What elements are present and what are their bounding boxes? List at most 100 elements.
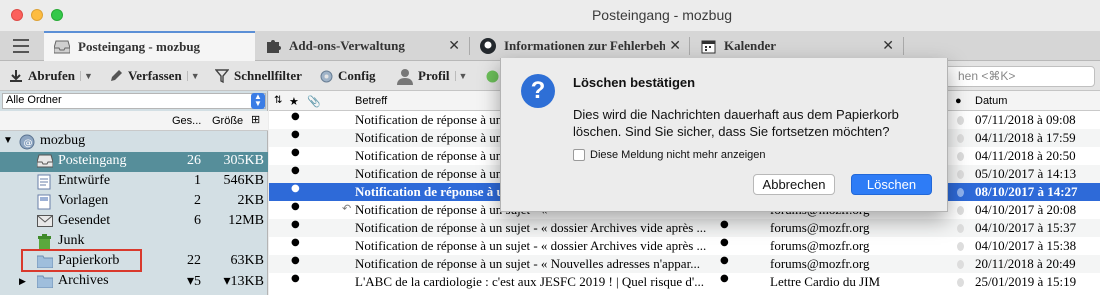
folder-item-drafts[interactable]: Entwürfe 1 546KB <box>0 172 268 192</box>
chevron-down-icon[interactable]: ▼ <box>454 71 467 81</box>
question-icon: ? <box>521 74 555 108</box>
pencil-icon <box>108 68 124 84</box>
checkbox-box[interactable] <box>573 149 585 161</box>
tab-bar: Posteingang - mozbug Add-ons-Verwaltung … <box>0 31 1100 61</box>
dialog-message: Dies wird die Nachrichten dauerhaft aus … <box>573 107 899 139</box>
folder-mode-value: Alle Ordner <box>6 94 62 106</box>
write-label: Verfassen <box>128 68 182 83</box>
attachment-icon[interactable]: 📎 <box>307 95 321 108</box>
folder-size: 546KB <box>223 173 264 188</box>
subject-column-header[interactable]: Betreff <box>355 95 387 107</box>
folder-item-templates[interactable]: Vorlagen 2 2KB <box>0 192 268 212</box>
folder-size: ▾13KB <box>223 274 264 289</box>
folder-name: Vorlagen <box>58 193 109 208</box>
message-subject: Notification de réponse à un sujet - « d… <box>355 238 707 253</box>
message-date: 04/10/2017 à 15:37 <box>975 220 1077 235</box>
message-date: 04/10/2017 à 20:08 <box>975 202 1077 217</box>
message-date: 07/11/2018 à 09:08 <box>975 112 1076 127</box>
tab-close-icon[interactable]: ✕ <box>665 38 681 54</box>
chevron-down-icon[interactable]: ▼ <box>79 71 93 81</box>
folder-count: ▾5 <box>186 274 201 289</box>
write-button[interactable]: Verfassen ▼ <box>108 66 200 86</box>
calendar-icon <box>700 38 716 54</box>
folder-size: 12MB <box>228 213 264 228</box>
inbox-icon <box>54 39 70 55</box>
folder-mode-select[interactable]: Alle Ordner ▲ ▼ <box>2 93 266 109</box>
archive-folder-icon <box>36 274 54 290</box>
app-menu-button[interactable] <box>0 31 42 61</box>
folder-size-header[interactable]: Größe <box>212 115 243 127</box>
dialog-title: Löschen bestätigen <box>573 75 696 90</box>
confirm-delete-dialog: ? Löschen bestätigen Dies wird die Nachr… <box>500 58 948 212</box>
chevron-down-icon[interactable]: ▼ <box>3 135 19 151</box>
search-input[interactable]: hen <⌘K> <box>930 66 1095 87</box>
folder-item-sent[interactable]: Gesendet 6 12MB <box>0 212 268 232</box>
tab-label: Posteingang - mozbug <box>78 39 201 54</box>
config-button[interactable]: Config <box>318 66 376 86</box>
folder-name: Gesendet <box>58 213 111 228</box>
config-label: Config <box>338 68 376 83</box>
tab-addons[interactable]: Add-ons-Verwaltung ✕ <box>255 31 468 61</box>
select-arrows-icon[interactable]: ▲ ▼ <box>251 93 265 109</box>
folder-account[interactable]: ▼ @ mozbug <box>0 132 268 152</box>
tab-label: Add-ons-Verwaltung <box>289 38 405 53</box>
avatar-icon <box>396 67 414 85</box>
window-title: Posteingang - mozbug <box>591 7 733 23</box>
folder-count: 1 <box>194 173 201 188</box>
message-date: 04/10/2017 à 15:38 <box>975 238 1077 253</box>
account-icon: @ <box>19 134 35 150</box>
chevron-down-icon[interactable]: ▼ <box>186 71 200 81</box>
inbox-icon <box>36 154 54 170</box>
column-picker-icon[interactable]: ⊞ <box>251 113 260 126</box>
forwarded-icon: ↶ <box>342 203 352 215</box>
message-subject: L'ABC de la cardiologie : c'est aux JESF… <box>355 274 705 289</box>
profile-label: Profil <box>418 68 450 83</box>
tab-inbox[interactable]: Posteingang - mozbug <box>44 31 255 61</box>
chevron-right-icon[interactable]: ▶ <box>19 276 35 292</box>
tab-close-icon[interactable]: ✕ <box>882 38 894 54</box>
dont-ask-checkbox[interactable]: Diese Meldung nicht mehr anzeigen <box>573 149 766 161</box>
svg-text:@: @ <box>24 139 33 149</box>
gear-icon <box>318 68 334 84</box>
folder-count-header[interactable]: Ges... <box>172 115 201 127</box>
thread-icon[interactable]: ⇅ <box>274 95 282 106</box>
tab-bug-info[interactable]: Informationen zur Fehlerbeh ✕ <box>470 31 689 61</box>
drafts-icon <box>37 174 53 190</box>
folder-item-archives[interactable]: ▶ Archives ▾5 ▾13KB <box>0 272 268 292</box>
profile-button[interactable]: Profil ▼ <box>396 66 467 86</box>
folder-size: 305KB <box>223 153 264 168</box>
folder-name: Junk <box>58 233 85 248</box>
quickfilter-button[interactable]: Schnellfilter <box>214 66 302 86</box>
github-icon <box>480 38 496 54</box>
sync-icon <box>484 68 500 84</box>
folder-count: 2 <box>194 193 201 208</box>
filter-icon <box>214 68 230 84</box>
delete-button[interactable]: Löschen <box>851 174 932 195</box>
message-sender: Lettre Cardio du JIM <box>770 274 881 289</box>
message-date: 04/11/2018 à 17:59 <box>975 130 1076 145</box>
folder-item-inbox[interactable]: Posteingang 26 305KB <box>0 152 268 172</box>
junk-status-icon[interactable]: ● <box>955 95 962 107</box>
message-row[interactable]: ● Notification de réponse à un sujet - « … <box>269 237 1100 255</box>
message-row[interactable]: ● Notification de réponse à un sujet - « … <box>269 219 1100 237</box>
get-messages-label: Abrufen <box>28 68 75 83</box>
get-messages-button[interactable]: Abrufen ▼ <box>8 66 93 86</box>
star-icon[interactable]: ★ <box>289 95 299 108</box>
folder-header: Ges... Größe ⊞ <box>0 111 268 131</box>
message-subject: Notification de réponse à un sujet - « d… <box>355 220 707 235</box>
puzzle-icon <box>265 38 281 54</box>
cancel-button[interactable]: Abbrechen <box>753 174 835 195</box>
message-sender: forums@mozfr.org <box>770 220 870 235</box>
tab-label: Informationen zur Fehlerbeh <box>504 38 667 53</box>
folder-count: 6 <box>194 213 201 228</box>
message-subject: Notification de réponse à un sujet - « N… <box>355 256 700 271</box>
message-row[interactable]: ● L'ABC de la cardiologie : c'est aux JES… <box>269 273 1100 291</box>
folder-name: Entwürfe <box>58 173 111 188</box>
message-row[interactable]: ● Notification de réponse à un sujet - « … <box>269 255 1100 273</box>
message-date: 20/11/2018 à 20:49 <box>975 256 1076 271</box>
folder-count: 26 <box>187 153 201 168</box>
date-column-header[interactable]: Datum <box>975 95 1007 107</box>
tab-close-icon[interactable]: ✕ <box>448 38 460 54</box>
tab-calendar[interactable]: Kalender ✕ <box>690 31 902 61</box>
folder-name: Archives <box>58 273 109 288</box>
